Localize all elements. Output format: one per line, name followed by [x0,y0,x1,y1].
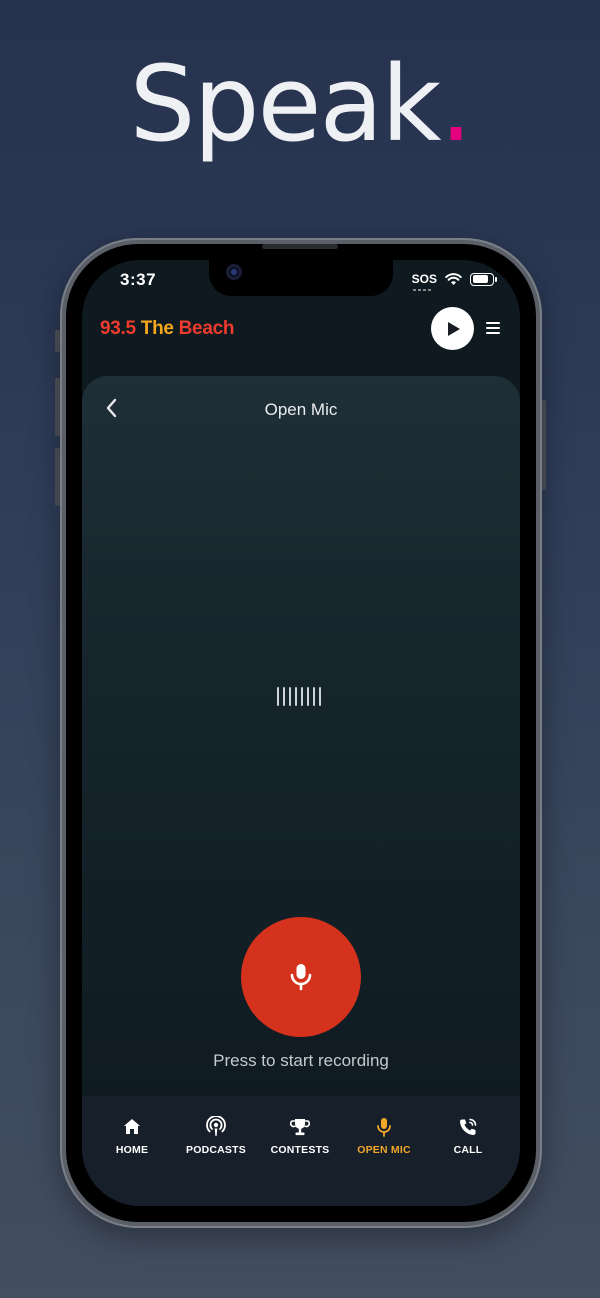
status-time: 3:37 [120,270,157,289]
front-camera [226,264,242,280]
station-logo: 93.5 The Beach [100,318,234,340]
page-title: Open Mic [264,400,338,419]
promo-headline: Speak. [0,52,600,156]
tab-label: OPEN MIC [357,1144,411,1156]
play-button[interactable] [431,307,474,350]
speaker-grill [262,244,338,249]
tab-open-mic[interactable]: OPEN MIC [342,1096,426,1206]
tab-label: CONTESTS [270,1144,330,1156]
tab-label: CALL [453,1144,483,1156]
status-icons: SOS [411,272,497,291]
headline-text: Speak [129,43,441,165]
microphone-icon [290,964,312,991]
podcast-icon [206,1116,226,1136]
brand-number: 93.5 [100,318,136,339]
trophy-icon [289,1119,311,1136]
open-mic-panel: Open Mic Press to start recording [82,376,520,1096]
phone-call-icon [459,1118,477,1136]
record-button[interactable] [241,917,361,1037]
tab-call[interactable]: CALL [426,1096,510,1206]
brand-the: The [140,318,174,339]
play-icon [447,321,460,336]
home-icon [124,1119,140,1134]
tab-home[interactable]: HOME [90,1096,174,1206]
headline-dot: . [439,43,472,165]
phone-screen: 3:37 SOS 93.5 The Beach Open Mic Press t… [82,260,520,1206]
tab-podcasts[interactable]: PODCASTS [174,1096,258,1206]
microphone-icon [377,1118,391,1137]
battery-icon [470,272,497,286]
audio-waveform [277,687,321,706]
sos-indicator: SOS [411,272,437,291]
tab-label: PODCASTS [186,1144,246,1156]
tab-contests[interactable]: CONTESTS [258,1096,342,1206]
brand-beach: Beach [178,318,235,339]
record-hint: Press to start recording [213,1051,389,1070]
bottom-tab-bar: HOME PODCASTS CONTESTS OPEN MIC CALL [82,1096,520,1206]
app-header: 93.5 The Beach [82,300,520,376]
hamburger-menu-icon[interactable] [486,322,500,334]
wifi-icon [445,272,462,285]
tab-label: HOME [115,1144,149,1156]
